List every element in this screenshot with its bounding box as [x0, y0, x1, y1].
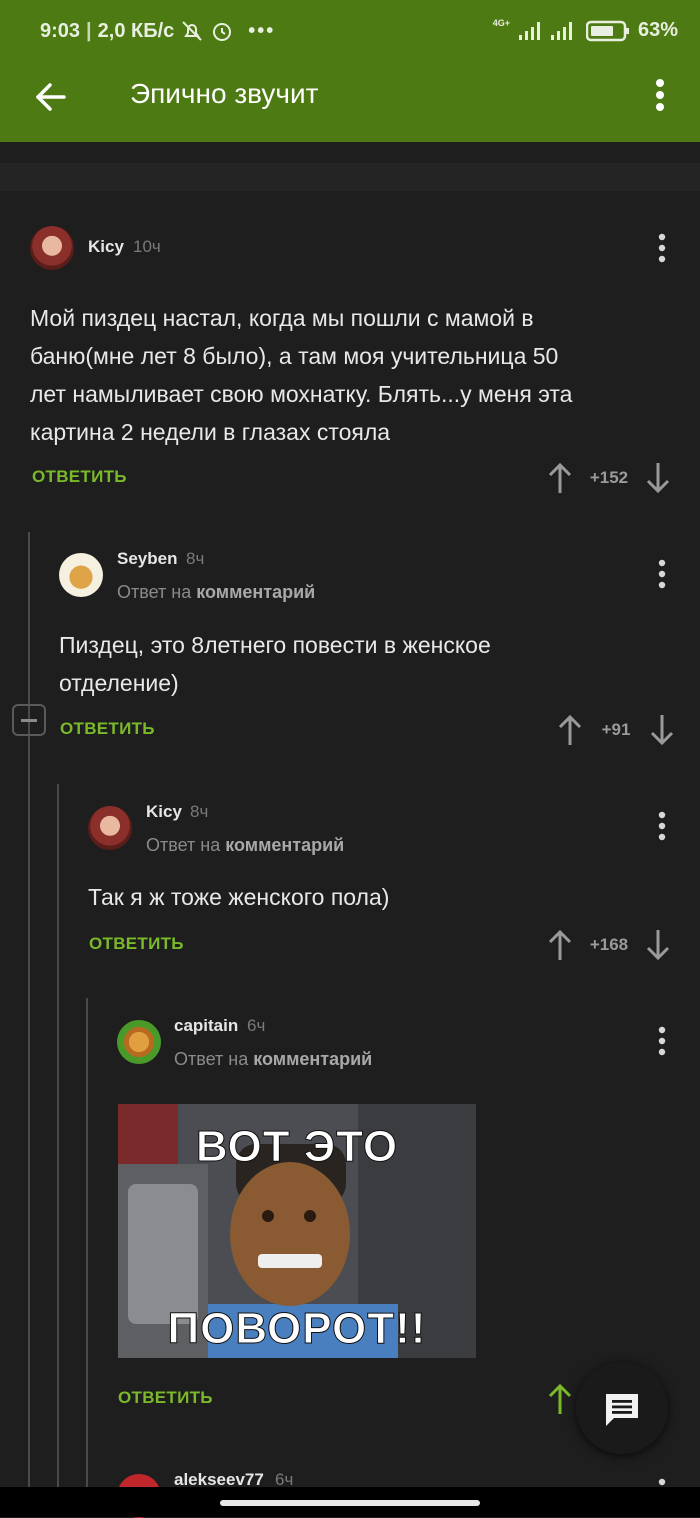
comment-author[interactable]: Kicy [88, 237, 124, 257]
comment-time: 8ч [190, 802, 209, 821]
thread-line-level-3 [86, 998, 88, 1487]
comment-author[interactable]: capitain [174, 1016, 238, 1036]
thread-line-level-1 [28, 532, 30, 1487]
downvote-icon[interactable] [644, 461, 672, 495]
comment-text-line: баню(мне лет 8 было), а там моя учительн… [30, 343, 559, 369]
battery-percent: 63% [637, 19, 678, 41]
upvote-icon[interactable] [556, 713, 584, 747]
vote-controls: +168 [546, 928, 672, 962]
avatar[interactable] [30, 226, 74, 270]
thread-line-level-2 [57, 784, 59, 1487]
reply-to-label: Ответ на комментарий [146, 835, 344, 856]
comment-icon [606, 1394, 638, 1426]
reply-target-link[interactable]: комментарий [253, 1049, 372, 1069]
status-bar: 9:03 | 2,0 КБ/с ••• 4G+ 63% [0, 0, 700, 62]
app-bar: Эпично звучит [0, 62, 700, 142]
comment-text-line: Так я ж тоже женского пола) [88, 884, 390, 910]
avatar[interactable] [117, 1020, 161, 1064]
comment-text-line: Мой пиздец настал, когда мы пошли с мамо… [30, 305, 534, 331]
reply-target-link[interactable]: комментарий [196, 582, 315, 602]
page-title: Эпично звучит [130, 78, 319, 109]
meme-image[interactable]: ВОТ ЭТО ПОВОРОТ!! [118, 1104, 476, 1358]
comment-menu-icon[interactable] [657, 559, 667, 589]
network-type: 4G+ [492, 17, 510, 28]
comment-time: 10ч [133, 237, 161, 256]
comment-author[interactable]: Kicy [146, 802, 182, 822]
back-arrow-icon[interactable] [34, 80, 68, 114]
signal-icon-1 [518, 21, 540, 40]
upvote-icon[interactable] [546, 928, 574, 962]
comment-text-line: картина 2 недели в глазах стояла [30, 419, 391, 445]
comment-time: 6ч [247, 1016, 266, 1035]
comment-text: Мой пиздец настал, когда мы пошли с мамо… [30, 299, 572, 451]
rating: +168 [589, 935, 629, 954]
collapse-thread-button[interactable] [12, 704, 46, 736]
avatar[interactable] [88, 806, 132, 850]
section-divider [0, 163, 700, 191]
downvote-icon[interactable] [648, 713, 676, 747]
upvote-icon[interactable] [546, 461, 574, 495]
comment-text: Пиздец, это 8летнего повести в женское о… [59, 626, 491, 702]
battery-icon [585, 20, 629, 41]
more-notifications-icon: ••• [248, 19, 276, 42]
comment-text-line: лет намыливает свою мохнатку. Блять...у … [30, 381, 573, 407]
signal-icon-2 [550, 21, 572, 40]
reply-button[interactable]: ОТВЕТИТЬ [118, 1388, 213, 1408]
mute-icon [182, 21, 202, 41]
home-gesture-pill[interactable] [220, 1500, 480, 1506]
comment-text-line: отделение) [59, 670, 179, 696]
comment-time: 8ч [186, 549, 205, 568]
comment-menu-icon[interactable] [657, 233, 667, 263]
alarm-icon [213, 23, 232, 41]
reply-button[interactable]: ОТВЕТИТЬ [60, 719, 155, 739]
status-time: 9:03 [40, 19, 81, 42]
reply-to-label: Ответ на комментарий [174, 1049, 372, 1070]
downvote-icon[interactable] [644, 928, 672, 962]
vote-controls: +152 [546, 461, 672, 495]
vote-controls: +91 [556, 713, 676, 747]
reply-prefix: Ответ на [174, 1049, 249, 1069]
rating: +152 [589, 468, 629, 487]
comment-text: Так я ж тоже женского пола) [88, 878, 389, 916]
reply-to-label: Ответ на комментарий [117, 582, 315, 603]
reply-prefix: Ответ на [117, 582, 192, 602]
system-nav-bar [0, 1487, 700, 1517]
reply-prefix: Ответ на [146, 835, 221, 855]
comment-menu-icon[interactable] [657, 1026, 667, 1056]
comment-menu-icon[interactable] [657, 811, 667, 841]
upvote-icon-active[interactable] [546, 1382, 574, 1416]
overflow-menu-icon[interactable] [650, 78, 670, 112]
status-speed: 2,0 КБ/с [97, 19, 175, 42]
avatar[interactable] [59, 553, 103, 597]
meme-bottom-caption: ПОВОРОТ!! [167, 1304, 427, 1354]
write-comment-button[interactable] [576, 1362, 668, 1454]
reply-button[interactable]: ОТВЕТИТЬ [32, 467, 127, 487]
meme-top-caption: ВОТ ЭТО [195, 1122, 399, 1172]
reply-button[interactable]: ОТВЕТИТЬ [89, 934, 184, 954]
comment-author[interactable]: Seyben [117, 549, 177, 569]
status-separator: | [86, 19, 92, 42]
comment-text-line: Пиздец, это 8летнего повести в женское [59, 632, 491, 658]
rating: +91 [601, 720, 631, 739]
reply-target-link[interactable]: комментарий [225, 835, 344, 855]
